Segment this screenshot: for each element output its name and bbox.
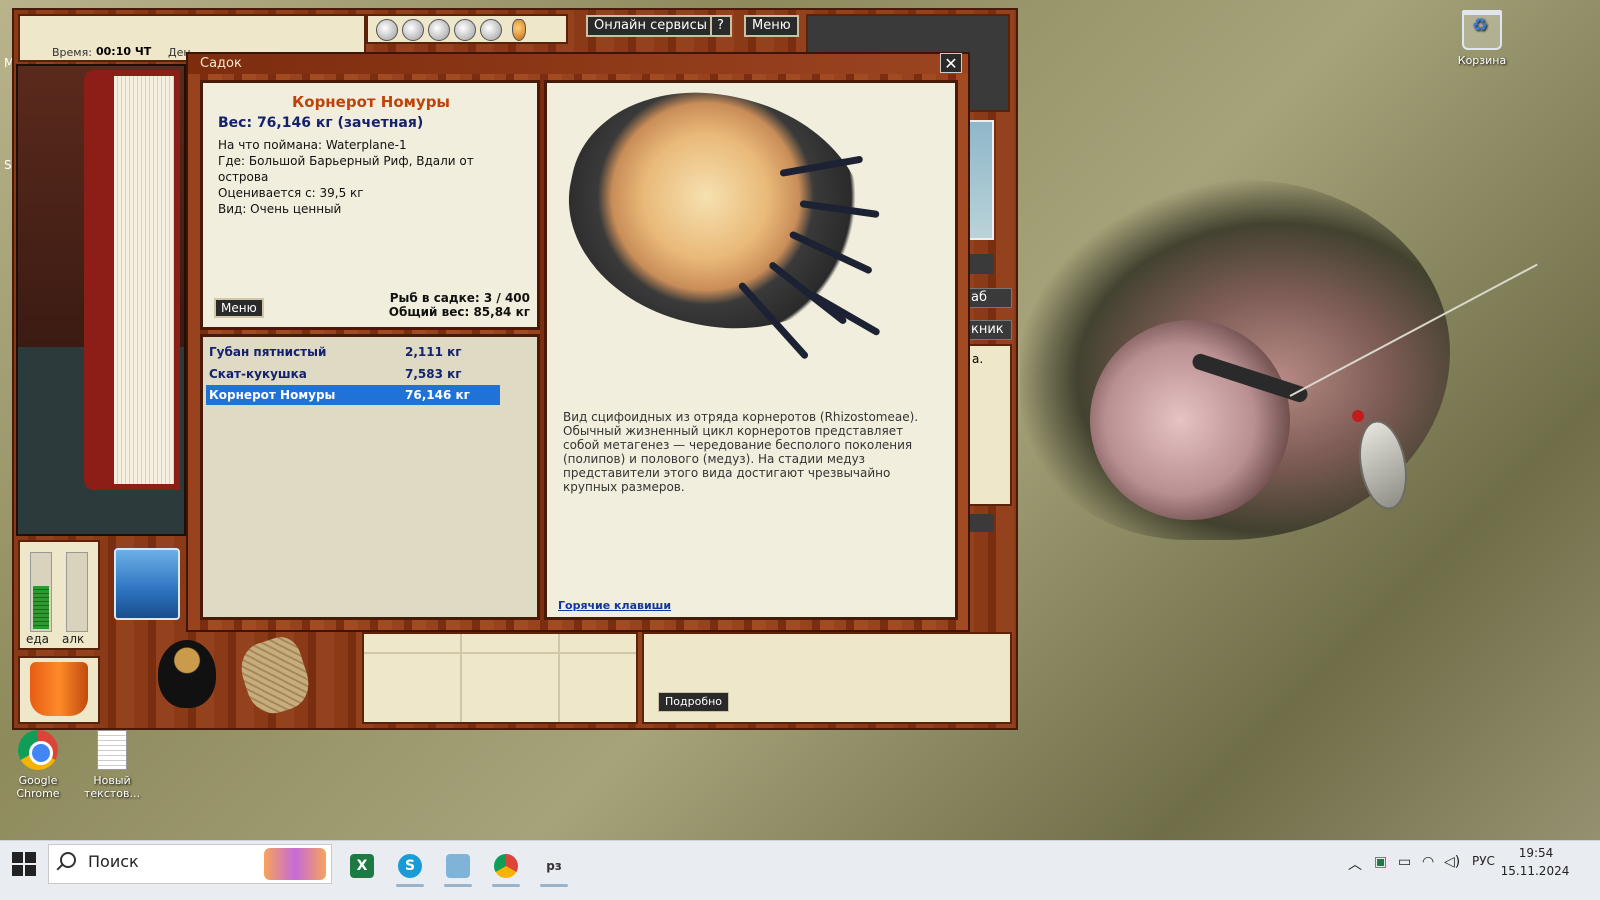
catch-weight: 76,146 кг <box>405 388 470 402</box>
food-meter <box>30 552 52 632</box>
bucket-icon[interactable] <box>30 662 88 716</box>
right-info-text: а. <box>972 352 984 366</box>
inventory-grid[interactable] <box>362 632 638 724</box>
tray-overflow-icon[interactable]: ︿ <box>1348 854 1362 874</box>
right-tab-button[interactable]: кник <box>966 320 1012 340</box>
right-strip-button[interactable] <box>966 254 994 274</box>
search-placeholder: Поиск <box>88 852 139 871</box>
dialog-title: Садок <box>200 56 242 71</box>
catch-weight: 2,111 кг <box>405 345 462 359</box>
wifi-icon[interactable]: ◠ <box>1422 854 1434 870</box>
map-thumbnail[interactable] <box>968 120 994 240</box>
time-label: Время: <box>52 46 92 59</box>
alcohol-meter <box>66 552 88 632</box>
rated-line: Оценивается с: 39,5 кг <box>218 186 364 200</box>
volume-icon[interactable]: ◁) <box>1444 854 1460 870</box>
keepnet-total-weight: Общий вес: 85,84 кг <box>388 305 530 319</box>
dialog-titlebar[interactable] <box>188 54 968 74</box>
desktop-wallpaper-fish-mouth <box>1090 320 1290 520</box>
help-button[interactable]: ? <box>710 15 732 37</box>
tackle-box-icon[interactable] <box>114 548 180 620</box>
desktop-icon-new-text-file[interactable]: Новый текстов... <box>74 730 150 800</box>
taskbar-chrome[interactable] <box>486 848 526 888</box>
lure-slot-icon[interactable] <box>402 19 424 41</box>
lure-indicator-bar <box>366 14 568 44</box>
catch-name: Корнерот Номуры <box>209 388 336 402</box>
taskbar-explorer[interactable] <box>438 848 478 888</box>
skype-icon: S <box>398 854 422 878</box>
search-icon <box>60 852 76 868</box>
windows-start-icon[interactable] <box>12 852 36 876</box>
desktop-icon-label: Корзина <box>1457 54 1507 67</box>
top-menu-button[interactable]: Меню <box>744 15 799 37</box>
desktop-icon-recycle-bin[interactable]: Корзина <box>1444 10 1520 67</box>
clock-date[interactable]: 15.11.2024 <box>1500 864 1570 878</box>
chrome-icon <box>18 730 58 770</box>
clock-time[interactable]: 19:54 <box>1506 846 1566 860</box>
battery-icon[interactable]: ▭ <box>1398 854 1411 870</box>
place-line-cont: острова <box>218 170 269 184</box>
right-tab-button[interactable]: аб <box>966 288 1012 308</box>
fish-name: Корнерот Номуры <box>292 93 450 111</box>
text-file-icon <box>97 730 127 770</box>
tray-app-icon[interactable]: ▣ <box>1374 854 1387 870</box>
chrome-icon <box>494 854 518 878</box>
excel-icon: X <box>350 854 374 878</box>
status-meters: еда алк <box>18 540 100 650</box>
close-button[interactable]: ✕ <box>940 53 962 73</box>
language-indicator[interactable]: РУС <box>1472 854 1495 868</box>
catch-name: Губан пятнистый <box>209 345 327 359</box>
food-label: еда <box>26 632 50 646</box>
bait-line: На что поймана: Waterplane-1 <box>218 138 407 152</box>
keepnet-count: Рыб в садке: 3 / 400 <box>389 291 530 305</box>
details-button[interactable]: Подробно <box>658 692 730 712</box>
cooking-pot-icon[interactable] <box>158 640 216 708</box>
lure-slot-icon[interactable] <box>454 19 476 41</box>
fish-description: Вид сцифоидных из отряда корнеротов (Rhi… <box>563 410 919 494</box>
scene-book-cover <box>84 70 114 490</box>
taskbar-skype[interactable]: S <box>390 848 430 888</box>
game-icon: рз <box>542 854 566 878</box>
kind-line: Вид: Очень ценный <box>218 202 342 216</box>
desktop-edge-fragment: S <box>4 158 12 172</box>
online-services-button[interactable]: Онлайн сервисы <box>586 15 716 37</box>
lure-slot-icon[interactable] <box>428 19 450 41</box>
hotkeys-link[interactable]: Горячие клавиши <box>558 599 671 612</box>
desktop-icon-label: Новый текстов... <box>84 774 140 800</box>
recycle-bin-icon <box>1462 10 1502 50</box>
desktop-icon-google-chrome[interactable]: Google Chrome <box>0 730 76 800</box>
dialog-menu-button[interactable]: Меню <box>214 298 264 318</box>
bottle-icon[interactable] <box>512 19 526 41</box>
lure-slot-icon[interactable] <box>480 19 502 41</box>
catch-name: Скат-кукушка <box>209 367 307 381</box>
fish-weight: Вес: 76,146 кг (зачетная) <box>218 115 424 131</box>
file-manager-icon <box>446 854 470 878</box>
desktop-wallpaper-lure-bead <box>1352 410 1364 422</box>
right-info-panel: а. <box>966 344 1012 506</box>
lure-slot-icon[interactable] <box>376 19 398 41</box>
alcohol-label: алк <box>62 632 85 646</box>
taskbar-excel[interactable]: X <box>342 848 382 888</box>
taskbar-game[interactable]: рз <box>534 848 574 888</box>
catch-list-item[interactable]: Губан пятнистый 2,111 кг <box>206 342 500 362</box>
catch-list-item[interactable]: Скат-кукушка 7,583 кг <box>206 364 500 384</box>
catch-weight: 7,583 кг <box>405 367 462 381</box>
place-line: Где: Большой Барьерный Риф, Вдали от <box>218 154 474 168</box>
search-highlight-art <box>264 848 326 880</box>
time-value: 00:10 ЧТ <box>96 45 152 58</box>
right-strip-button[interactable] <box>966 514 994 532</box>
desktop-icon-label: Google Chrome <box>16 774 60 800</box>
catch-list-item-selected[interactable]: Корнерот Номуры 76,146 кг <box>206 385 500 405</box>
